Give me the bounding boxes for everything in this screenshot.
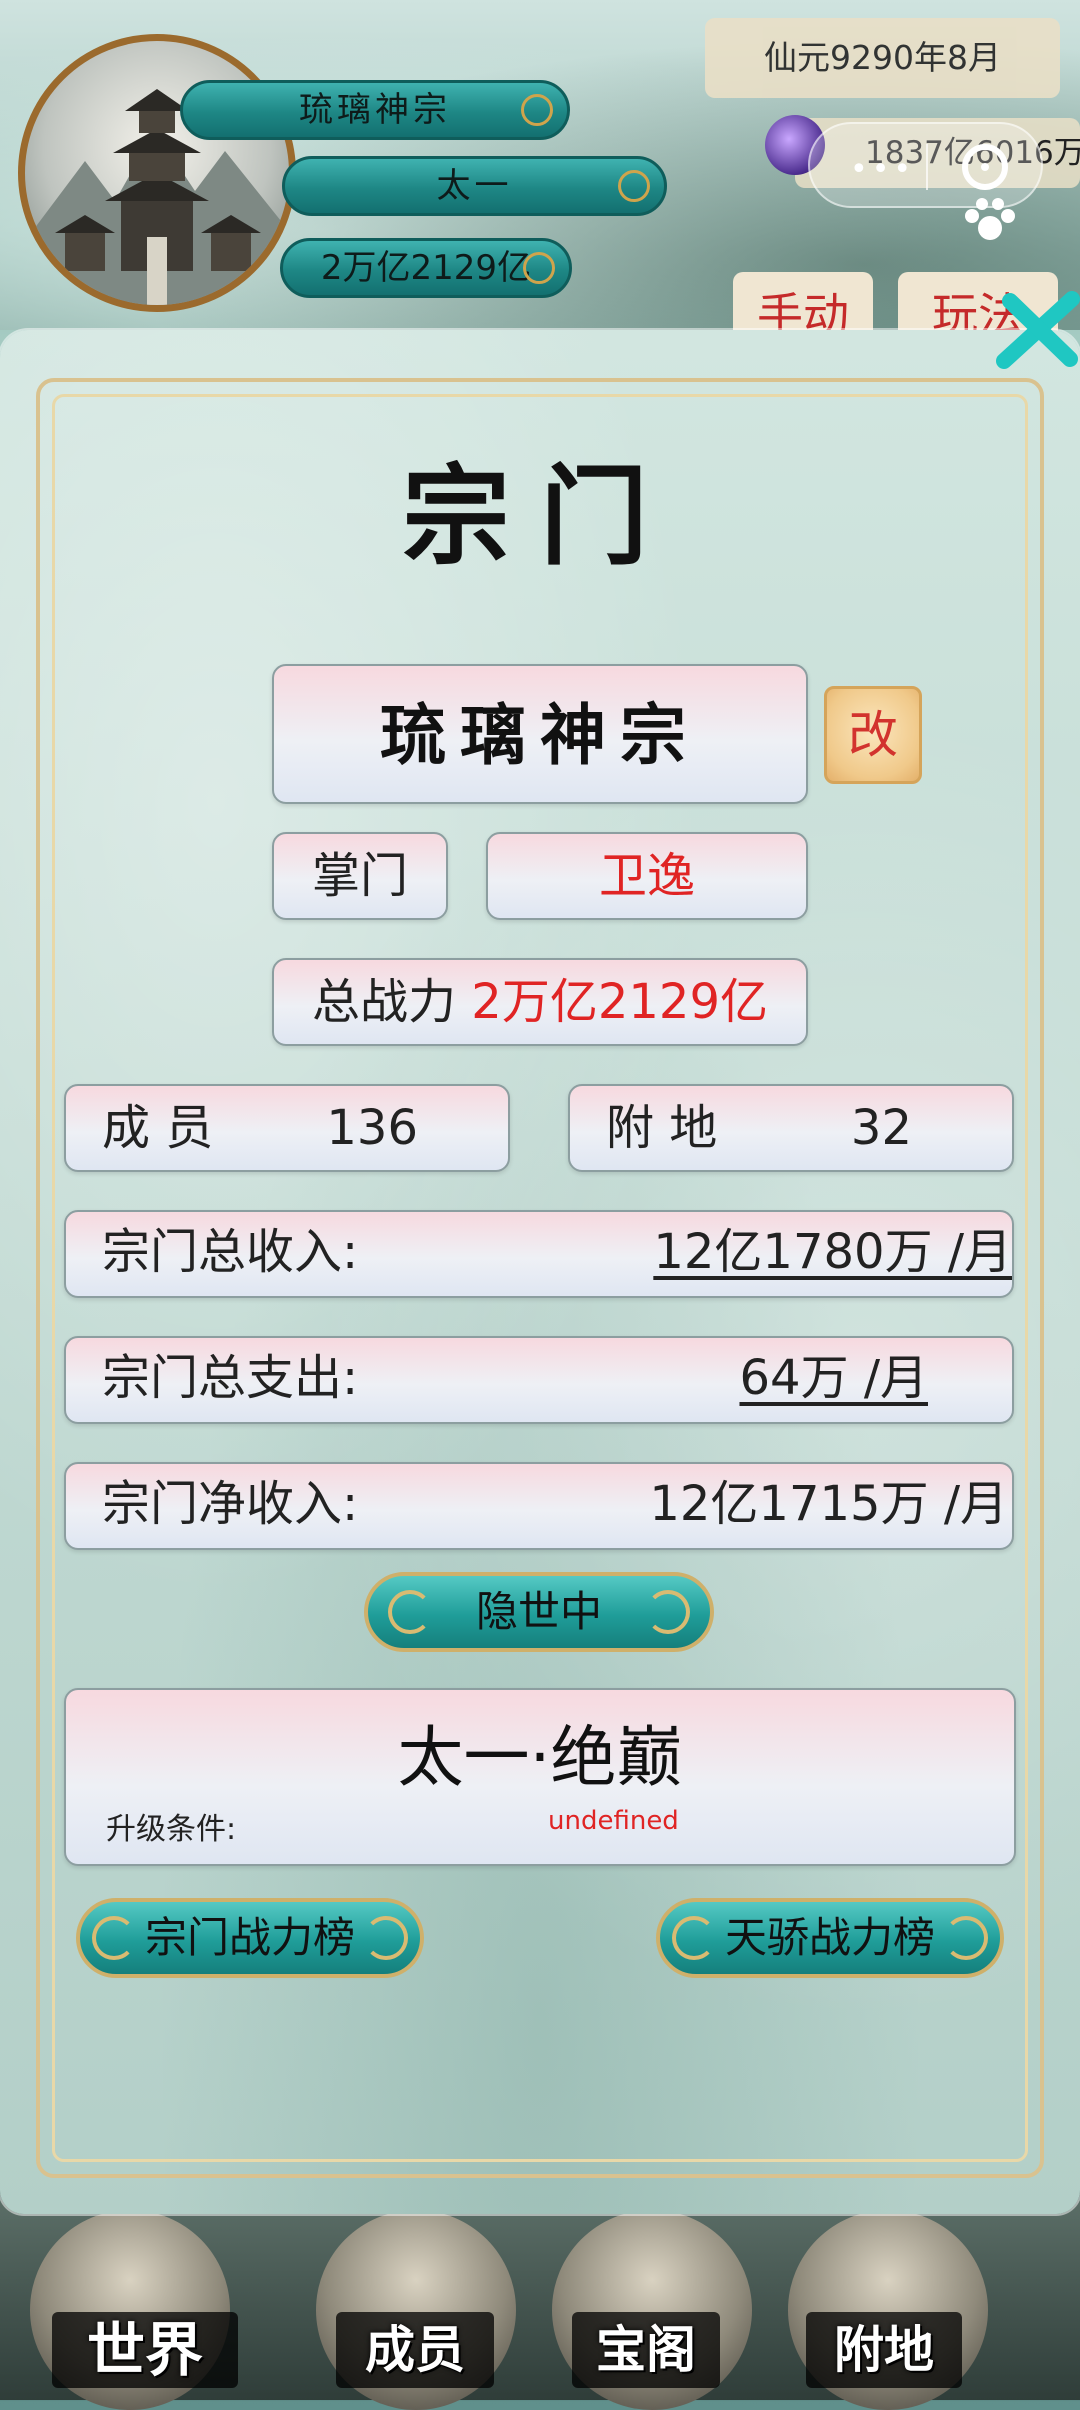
sect-name-field: 琉璃神宗 <box>272 664 808 804</box>
curl-ornament-icon <box>364 1916 408 1960</box>
rank-box: 太一·绝巅 升级条件: undefined <box>64 1688 1016 1866</box>
upgrade-condition-label: 升级条件: <box>106 1812 237 1847</box>
income-value[interactable]: 12亿1780万 /月 <box>653 1212 1012 1292</box>
rank-title: 太一·绝巅 <box>397 1719 683 1796</box>
total-power-label: 总战力 <box>312 974 457 1030</box>
swirl-ornament-icon <box>521 94 553 126</box>
members-value: 136 <box>326 1100 418 1156</box>
close-miniprogram-icon[interactable] <box>962 144 1008 190</box>
curl-ornament-icon <box>672 1916 716 1960</box>
panel-title: 宗门 <box>401 454 678 580</box>
land-label: 附 地 <box>606 1100 718 1156</box>
rename-button[interactable]: 改 <box>824 686 922 784</box>
hud-sect-name: 琉璃神宗 <box>180 80 570 140</box>
sect-panel: 宗门 琉璃神宗 改 掌门 卫逸 总战力 2万亿2129亿 成 员 136 附 地… <box>0 330 1080 2214</box>
sect-power-ranking-label: 宗门战力榜 <box>144 1913 355 1962</box>
sect-avatar[interactable] <box>18 34 296 312</box>
paw-icon <box>965 198 1015 240</box>
net-income-label: 宗门净收入: <box>102 1476 359 1532</box>
hud-rank: 太一 <box>282 156 667 216</box>
curl-ornament-icon <box>646 1590 690 1634</box>
seclusion-status-button[interactable]: 隐世中 <box>364 1572 714 1652</box>
expense-field: 宗门总支出: 64万 /月 <box>64 1336 1014 1424</box>
expense-value[interactable]: 64万 /月 <box>739 1338 928 1418</box>
seclusion-status-label: 隐世中 <box>475 1587 602 1636</box>
income-field: 宗门总收入: 12亿1780万 /月 <box>64 1210 1014 1298</box>
curl-ornament-icon <box>944 1916 988 1960</box>
hud-rank-text: 太一 <box>436 166 513 206</box>
total-power-value: 2万亿2129亿 <box>471 974 768 1030</box>
swirl-ornament-icon <box>618 170 650 202</box>
curl-ornament-icon <box>388 1590 432 1634</box>
land-field[interactable]: 附 地 32 <box>568 1084 1014 1172</box>
hud-power-text: 2万亿2129亿 <box>320 248 532 288</box>
genius-power-ranking-button[interactable]: 天骄战力榜 <box>656 1898 1004 1978</box>
members-label: 成 员 <box>102 1100 214 1156</box>
hud-sect-name-text: 琉璃神宗 <box>299 90 451 130</box>
nav-world[interactable]: 世界 <box>52 2310 238 2390</box>
nav-treasure[interactable]: 宝阁 <box>572 2310 720 2390</box>
more-icon[interactable]: ••• <box>850 152 915 187</box>
net-income-field: 宗门净收入: 12亿1715万 /月 <box>64 1462 1014 1550</box>
swirl-ornament-icon <box>523 252 555 284</box>
close-icon[interactable] <box>990 285 1080 375</box>
curl-ornament-icon <box>92 1916 136 1960</box>
net-income-value: 12亿1715万 /月 <box>649 1476 1008 1532</box>
leader-label: 掌门 <box>272 832 448 920</box>
genius-power-ranking-label: 天骄战力榜 <box>724 1913 935 1962</box>
sect-power-ranking-button[interactable]: 宗门战力榜 <box>76 1898 424 1978</box>
land-value: 32 <box>850 1100 912 1156</box>
nav-land[interactable]: 附地 <box>806 2310 962 2390</box>
members-field[interactable]: 成 员 136 <box>64 1084 510 1172</box>
hud-power: 2万亿2129亿 <box>280 238 572 298</box>
upgrade-condition-value: undefined <box>548 1806 679 1836</box>
expense-label: 宗门总支出: <box>102 1350 359 1406</box>
total-power-field: 总战力 2万亿2129亿 <box>272 958 808 1046</box>
leader-name: 卫逸 <box>486 832 808 920</box>
game-date: 仙元9290年8月 <box>705 18 1060 98</box>
income-label: 宗门总收入: <box>102 1224 359 1280</box>
capsule-divider <box>926 144 928 190</box>
nav-members[interactable]: 成员 <box>336 2310 494 2390</box>
